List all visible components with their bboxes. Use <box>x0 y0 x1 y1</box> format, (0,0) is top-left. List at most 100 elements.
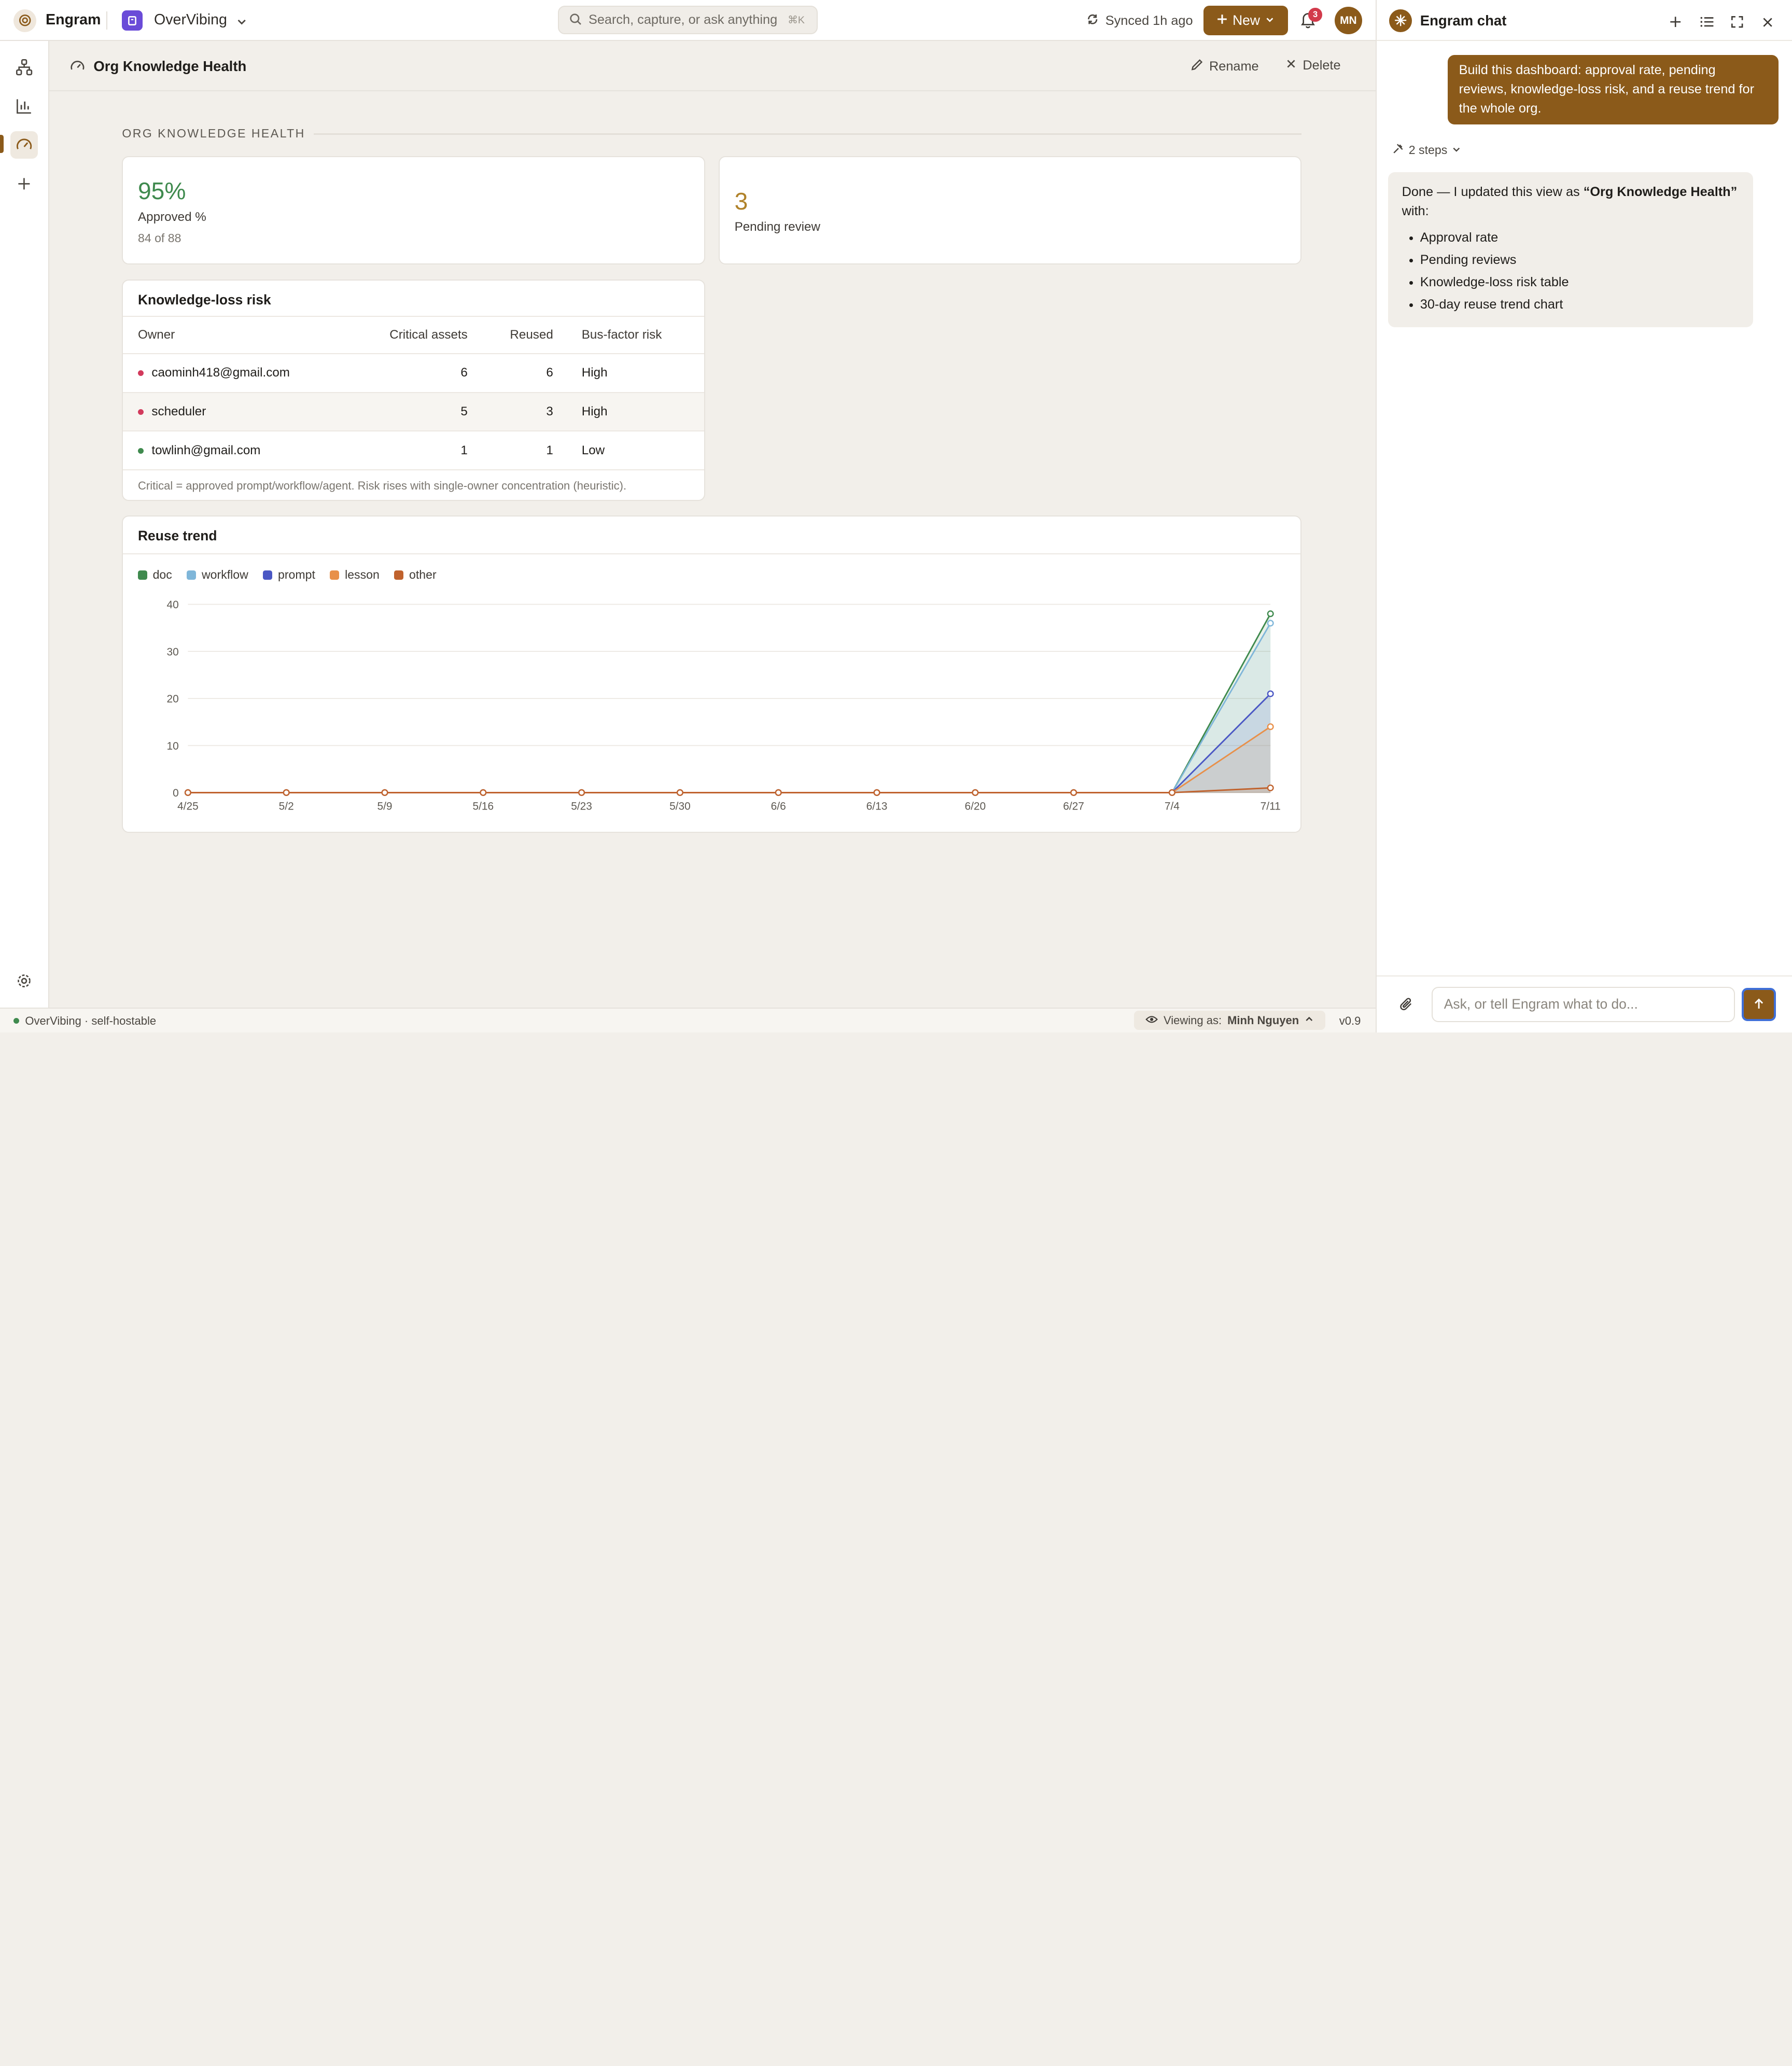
chat-input[interactable]: Ask, or tell Engram what to do... <box>1431 986 1735 1022</box>
reused-cell: 3 <box>467 392 553 432</box>
approved-value: 95% <box>137 177 186 204</box>
column-header-reused[interactable]: Reused <box>467 317 553 354</box>
sync-status[interactable]: Synced 1h ago <box>1086 12 1193 30</box>
risk-title: Knowledge-loss risk <box>137 292 271 308</box>
settings-gear-icon[interactable] <box>10 968 38 995</box>
owner-cell: caominh418@gmail.com <box>123 353 352 393</box>
data-point-other <box>873 789 880 797</box>
risk-cell: High <box>553 392 704 432</box>
engram-logo-icon[interactable] <box>13 9 37 32</box>
series-area-lesson <box>188 727 1271 793</box>
steps-icon <box>1393 143 1404 157</box>
status-dot <box>13 1018 20 1024</box>
reuse-trend-chart: 0 10 20 30 40 4/25 5/2 5/9 5/16 5/23 5/30 6/6 6/13 6/… <box>167 599 1281 813</box>
new-chat-plus-icon[interactable] <box>1669 12 1682 33</box>
delete-button[interactable]: Delete <box>1285 58 1341 73</box>
chevron-down-icon <box>1452 143 1461 157</box>
data-point-workflow <box>1267 620 1275 627</box>
series-line-prompt <box>188 693 1271 794</box>
data-point-other <box>185 789 192 797</box>
graph-icon[interactable] <box>10 53 38 81</box>
approved-label: Approved % <box>137 210 206 224</box>
risk-dot <box>137 370 144 376</box>
steps-toggle[interactable]: 2 steps <box>1393 143 1461 157</box>
version-label: v0.9 <box>1339 1014 1361 1027</box>
column-header-risk[interactable]: Bus-factor risk <box>553 317 704 354</box>
data-point-other <box>775 789 782 797</box>
paperclip-icon[interactable] <box>1398 996 1415 1016</box>
series-line-other <box>188 787 1271 794</box>
data-point-doc <box>1267 610 1275 618</box>
owner-name: caominh418@gmail.com <box>151 366 290 380</box>
status-text: OverVibing · self-hostable <box>25 1014 157 1027</box>
left-rail <box>0 41 49 1008</box>
owner-cell: towlinh@gmail.com <box>123 431 352 471</box>
chat-header: Engram chat <box>1377 0 1792 41</box>
list-item: Approval rate <box>1420 228 1740 247</box>
x-tick-label: 5/23 <box>571 801 593 813</box>
x-tick-label: 6/27 <box>1063 801 1085 813</box>
top-bar: Engram OverVibing Search, capture, or as… <box>0 0 1376 41</box>
owner-name: scheduler <box>151 404 206 418</box>
table-row[interactable]: caominh418@gmail.com 6 6 High <box>123 353 704 393</box>
plus-icon <box>1216 12 1228 29</box>
new-button[interactable]: New <box>1203 6 1288 36</box>
steps-label: 2 steps <box>1408 143 1448 157</box>
series-line-doc <box>188 613 1271 794</box>
viewing-label: Viewing as: <box>1163 1013 1222 1027</box>
series-area-prompt <box>188 694 1271 793</box>
series-line-workflow <box>188 623 1271 794</box>
search-input[interactable]: Search, capture, or ask anything ⌘K <box>557 6 818 34</box>
risk-dot <box>137 409 144 415</box>
risk-cell: Low <box>553 431 704 471</box>
x-tick-label: 4/25 <box>177 801 199 813</box>
data-point-other <box>480 789 487 797</box>
table-row[interactable]: scheduler 5 3 High <box>123 392 704 432</box>
section-divider <box>314 133 1302 135</box>
x-tick-label: 7/4 <box>1165 801 1180 813</box>
column-header-owner[interactable]: Owner <box>123 317 352 354</box>
add-icon[interactable] <box>10 170 38 198</box>
engram-chat-logo-icon <box>1389 9 1412 32</box>
section-heading: ORG KNOWLEDGE HEALTH <box>122 127 305 141</box>
expand-icon[interactable] <box>1730 12 1744 33</box>
workspace-name[interactable]: OverVibing <box>154 11 227 29</box>
assistant-intro-suffix: with: <box>1402 204 1429 219</box>
user-message: Build this dashboard: approval rate, pen… <box>1447 54 1779 124</box>
rename-button[interactable]: Rename <box>1190 58 1259 75</box>
chevron-down-icon[interactable] <box>235 12 248 33</box>
page-title: Org Knowledge Health <box>93 58 247 75</box>
workspace-icon[interactable] <box>122 10 143 31</box>
data-point-other <box>283 789 290 797</box>
pending-label: Pending review <box>734 220 820 234</box>
dashboard-gauge-icon[interactable] <box>10 131 38 159</box>
close-icon[interactable] <box>1761 12 1774 33</box>
chat-input-placeholder: Ask, or tell Engram what to do... <box>1444 996 1638 1012</box>
series-area-workflow <box>188 623 1271 793</box>
assistant-intro-text: Done — I updated this view as <box>1402 184 1584 199</box>
bar-chart-icon[interactable] <box>10 92 38 120</box>
active-indicator <box>0 134 4 153</box>
table-row[interactable]: towlinh@gmail.com 1 1 Low <box>123 431 704 471</box>
rename-label: Rename <box>1209 59 1259 74</box>
data-point-other <box>1267 785 1275 792</box>
history-list-icon[interactable] <box>1700 12 1715 33</box>
reuse-trend-card: Reuse trend doc workflow prompt lesson other… <box>122 515 1302 833</box>
risk-table: Owner Critical assets Reused Bus-factor … <box>123 317 704 471</box>
assistant-list: Approval rate Pending reviews Knowledge-… <box>1402 228 1740 314</box>
x-tick-label: 6/13 <box>866 801 888 813</box>
viewing-as-selector[interactable]: Viewing as: Minh Nguyen <box>1133 1010 1325 1030</box>
column-header-critical[interactable]: Critical assets <box>351 317 468 354</box>
owner-cell: scheduler <box>123 392 352 432</box>
viewing-user: Minh Nguyen <box>1227 1013 1299 1027</box>
y-tick-label: 20 <box>167 693 179 705</box>
chevron-down-icon <box>1265 12 1275 29</box>
avatar[interactable]: MN <box>1335 7 1362 34</box>
chat-composer: Ask, or tell Engram what to do... <box>1377 975 1792 1032</box>
list-item: 30-day reuse trend chart <box>1420 295 1740 314</box>
send-button[interactable] <box>1742 988 1776 1021</box>
status-left: OverVibing · self-hostable <box>13 1014 156 1028</box>
data-point-other <box>677 789 684 797</box>
table-header-row: Owner Critical assets Reused Bus-factor … <box>123 317 704 354</box>
search-placeholder: Search, capture, or ask anything <box>588 12 778 27</box>
